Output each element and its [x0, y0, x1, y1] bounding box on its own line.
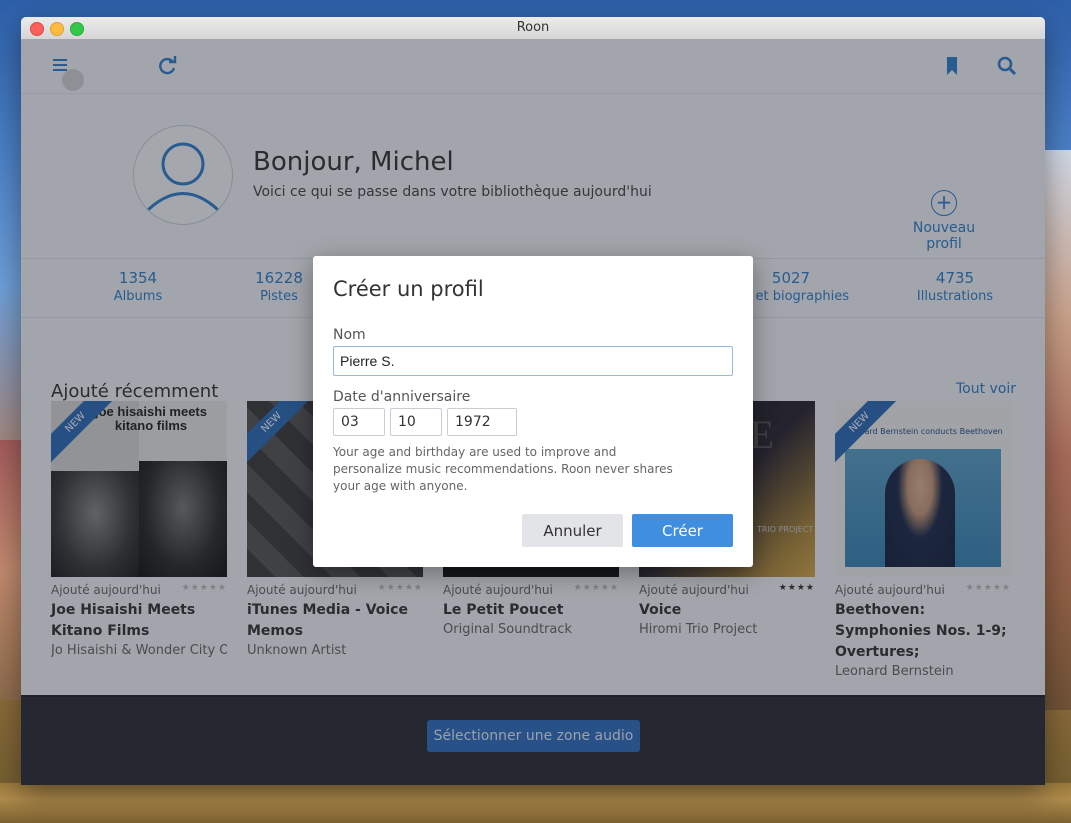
- birthday-year-input[interactable]: [447, 408, 517, 436]
- create-button[interactable]: Créer: [632, 514, 733, 547]
- roon-window: Roon Bonjour, Michel Voici ce qui se pas…: [21, 17, 1045, 785]
- title-bar: Roon: [21, 17, 1045, 40]
- birthday-label: Date d'anniversaire: [333, 389, 471, 405]
- cancel-button[interactable]: Annuler: [522, 514, 623, 547]
- name-label: Nom: [333, 327, 366, 343]
- privacy-note: Your age and birthday are used to improv…: [333, 445, 673, 493]
- dialog-title: Créer un profil: [333, 277, 484, 301]
- window-title: Roon: [516, 20, 550, 35]
- desktop-grass: [0, 783, 1071, 823]
- birthday-day-input[interactable]: [333, 408, 385, 436]
- create-profile-dialog: Créer un profil Nom Date d'anniversaire …: [313, 256, 753, 567]
- birthday-month-input[interactable]: [390, 408, 442, 436]
- desktop-mountain-right: [1041, 150, 1071, 710]
- name-input[interactable]: [333, 346, 733, 376]
